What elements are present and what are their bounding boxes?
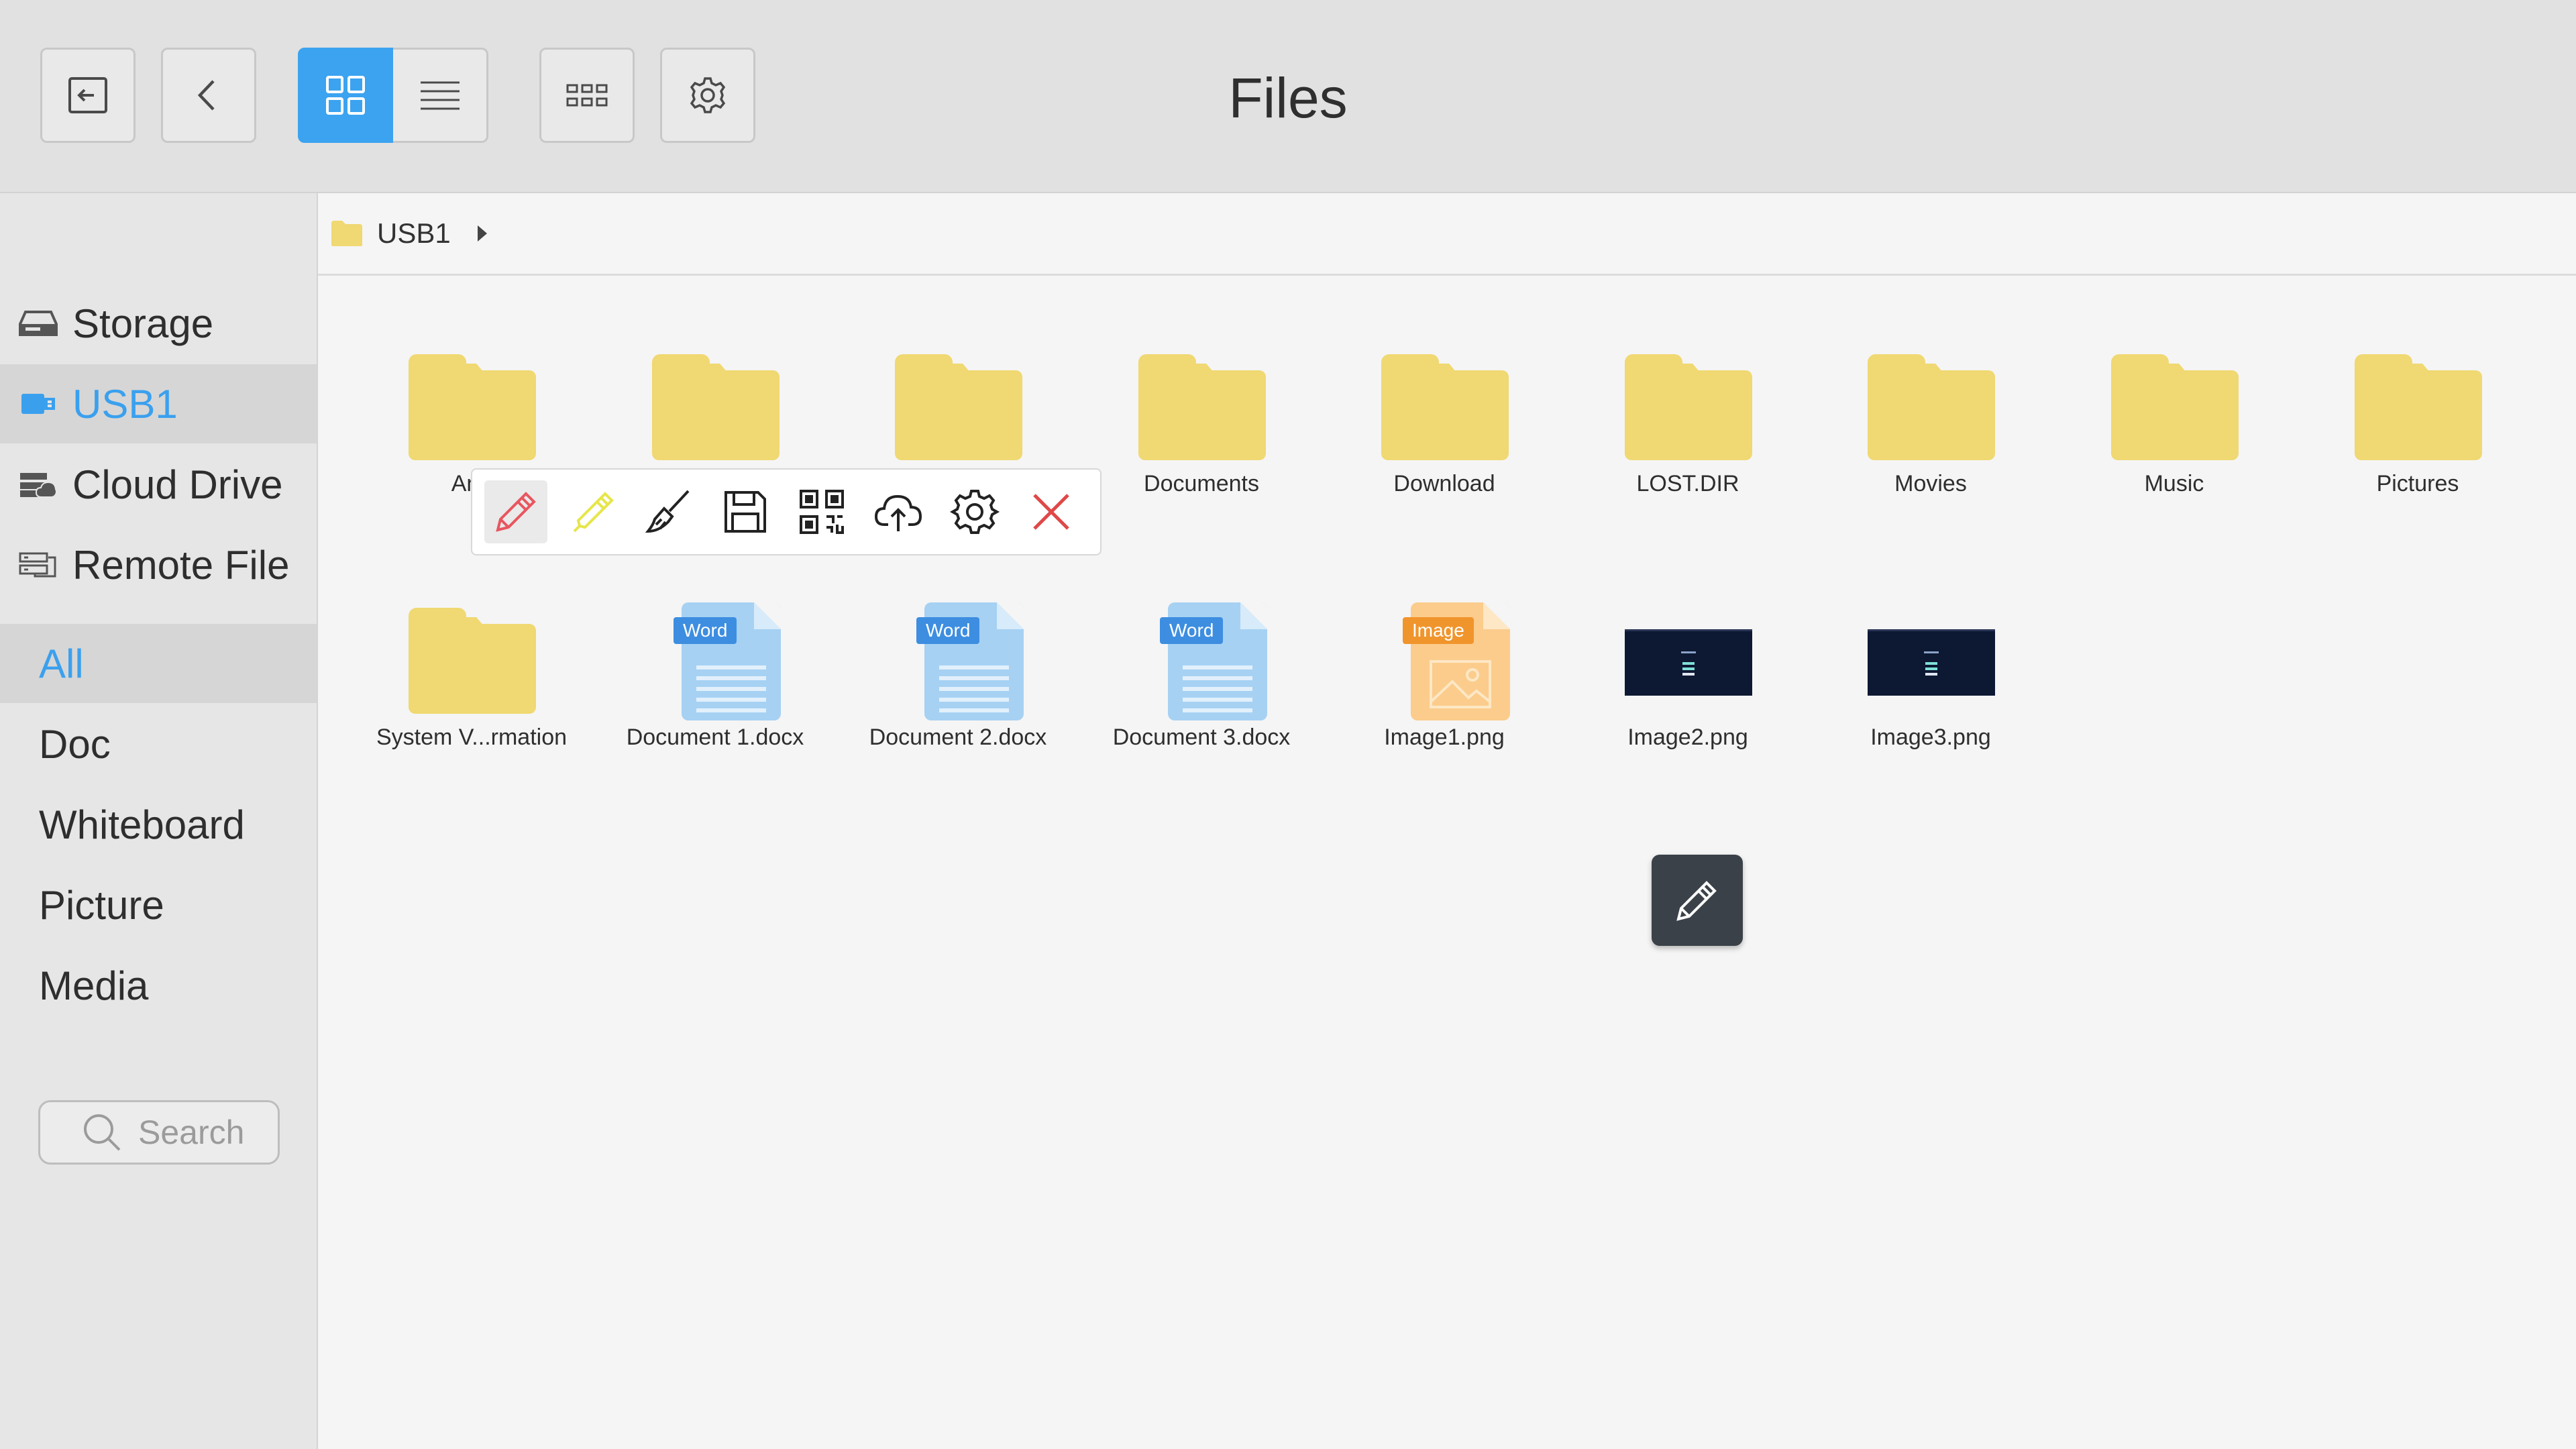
file-item[interactable]: Image Image1.png <box>1337 600 1552 774</box>
folder-icon <box>1377 346 1511 467</box>
remote-file-icon <box>19 551 58 579</box>
file-item[interactable]: Word Document 3.docx <box>1094 600 1309 774</box>
folder-icon <box>1134 346 1269 467</box>
file-name: Document 3.docx <box>1112 724 1291 750</box>
top-bar: Files <box>0 0 2576 193</box>
qr-code-tool-button[interactable] <box>790 480 853 543</box>
search-placeholder: Search <box>138 1114 245 1151</box>
folder-item[interactable]: Documents <box>1094 346 1309 521</box>
pen-icon <box>496 492 536 532</box>
folder-item[interactable]: LOST.DIR <box>1580 346 1795 521</box>
file-name: Image3.png <box>1870 724 1991 750</box>
folder-icon <box>405 600 539 720</box>
breadcrumb: USB1 <box>318 193 2576 276</box>
annotation-settings-button[interactable] <box>943 480 1006 543</box>
cloud-upload-tool-button[interactable] <box>867 480 930 543</box>
storage-icon <box>19 309 58 337</box>
cloud-upload-icon <box>874 494 922 531</box>
sidebar-item-label: USB1 <box>72 381 178 427</box>
category-media[interactable]: Media <box>0 946 317 1025</box>
file-name: Download <box>1393 471 1495 496</box>
file-name: Document 2.docx <box>869 724 1047 750</box>
file-item[interactable]: Image2.png <box>1580 600 1795 774</box>
word-document-icon: Word <box>891 600 1025 720</box>
folder-icon <box>648 346 782 467</box>
category-label: All <box>39 641 84 686</box>
save-icon <box>724 491 766 533</box>
file-name: Image1.png <box>1384 724 1505 750</box>
file-item[interactable]: Word Document 2.docx <box>851 600 1065 774</box>
file-type-badge: Word <box>1160 617 1224 644</box>
image-file-icon: Image <box>1377 600 1511 720</box>
file-name: Document 1.docx <box>626 724 804 750</box>
category-doc[interactable]: Doc <box>0 704 317 784</box>
highlighter-icon <box>573 492 614 533</box>
folder-icon <box>891 346 1025 467</box>
sidebar-item-label: Cloud Drive <box>72 462 283 507</box>
folder-icon <box>2351 346 2485 467</box>
qr-code-icon <box>800 490 844 534</box>
file-item[interactable]: Word Document 1.docx <box>608 600 822 774</box>
folder-icon <box>405 346 539 467</box>
file-item[interactable]: Image3.png <box>1823 600 2038 774</box>
image-thumbnail <box>1621 600 1755 720</box>
sidebar: Storage USB1 Cloud Drive Remote File All Doc W… <box>0 193 318 1449</box>
breadcrumb-arrow-icon[interactable] <box>477 225 487 241</box>
close-tool-button[interactable] <box>1020 480 1083 543</box>
brush-icon <box>645 490 690 533</box>
cloud-drive-icon <box>19 470 58 498</box>
sidebar-item-cloud-drive[interactable]: Cloud Drive <box>0 445 317 524</box>
folder-item[interactable]: Music <box>2067 346 2282 521</box>
category-picture[interactable]: Picture <box>0 865 317 945</box>
pencil-icon <box>1676 881 1717 921</box>
folder-icon <box>331 221 362 246</box>
pen-tool-button[interactable] <box>484 480 547 543</box>
category-label: Picture <box>39 882 164 928</box>
sidebar-item-remote-file[interactable]: Remote File <box>0 525 317 604</box>
close-icon <box>1033 494 1069 530</box>
sidebar-item-label: Storage <box>72 301 214 346</box>
file-type-badge: Image <box>1403 617 1474 644</box>
folder-item[interactable]: Movies <box>1823 346 2038 521</box>
word-document-icon: Word <box>648 600 782 720</box>
folder-icon <box>1621 346 1755 467</box>
page-title: Files <box>1228 66 1348 129</box>
usb-icon <box>19 390 58 418</box>
category-label: Doc <box>39 721 111 767</box>
folder-item[interactable]: Download <box>1337 346 1552 521</box>
folder-item[interactable]: System V...rmation <box>364 600 579 774</box>
annotation-toolbar <box>471 468 1102 555</box>
highlighter-tool-button[interactable] <box>561 480 624 543</box>
category-all[interactable]: All <box>0 624 317 703</box>
category-whiteboard[interactable]: Whiteboard <box>0 785 317 864</box>
sidebar-item-usb1[interactable]: USB1 <box>0 364 317 443</box>
brush-tool-button[interactable] <box>637 480 700 543</box>
file-type-badge: Word <box>916 617 980 644</box>
file-name: Image2.png <box>1627 724 1748 750</box>
breadcrumb-item-usb1[interactable]: USB1 <box>377 217 451 250</box>
word-document-icon: Word <box>1134 600 1269 720</box>
save-tool-button[interactable] <box>714 480 777 543</box>
folder-icon <box>2107 346 2241 467</box>
category-label: Media <box>39 963 149 1008</box>
folder-item[interactable]: Pictures <box>2310 346 2525 521</box>
file-name: Movies <box>1894 471 1967 496</box>
floating-annotation-button[interactable] <box>1652 855 1743 946</box>
search-icon <box>84 1114 121 1151</box>
category-label: Whiteboard <box>39 802 245 847</box>
sidebar-item-storage[interactable]: Storage <box>0 284 317 363</box>
gear-icon <box>949 490 1000 534</box>
file-name: LOST.DIR <box>1636 471 1739 496</box>
image-thumbnail <box>1864 600 1998 720</box>
file-type-badge: Word <box>674 617 737 644</box>
search-input[interactable]: Search <box>38 1100 280 1165</box>
file-name: Music <box>2144 471 2204 496</box>
folder-icon <box>1864 346 1998 467</box>
file-name: Pictures <box>2376 471 2459 496</box>
sidebar-item-label: Remote File <box>72 542 290 588</box>
file-name: Documents <box>1144 471 1259 496</box>
file-name: System V...rmation <box>376 724 568 750</box>
